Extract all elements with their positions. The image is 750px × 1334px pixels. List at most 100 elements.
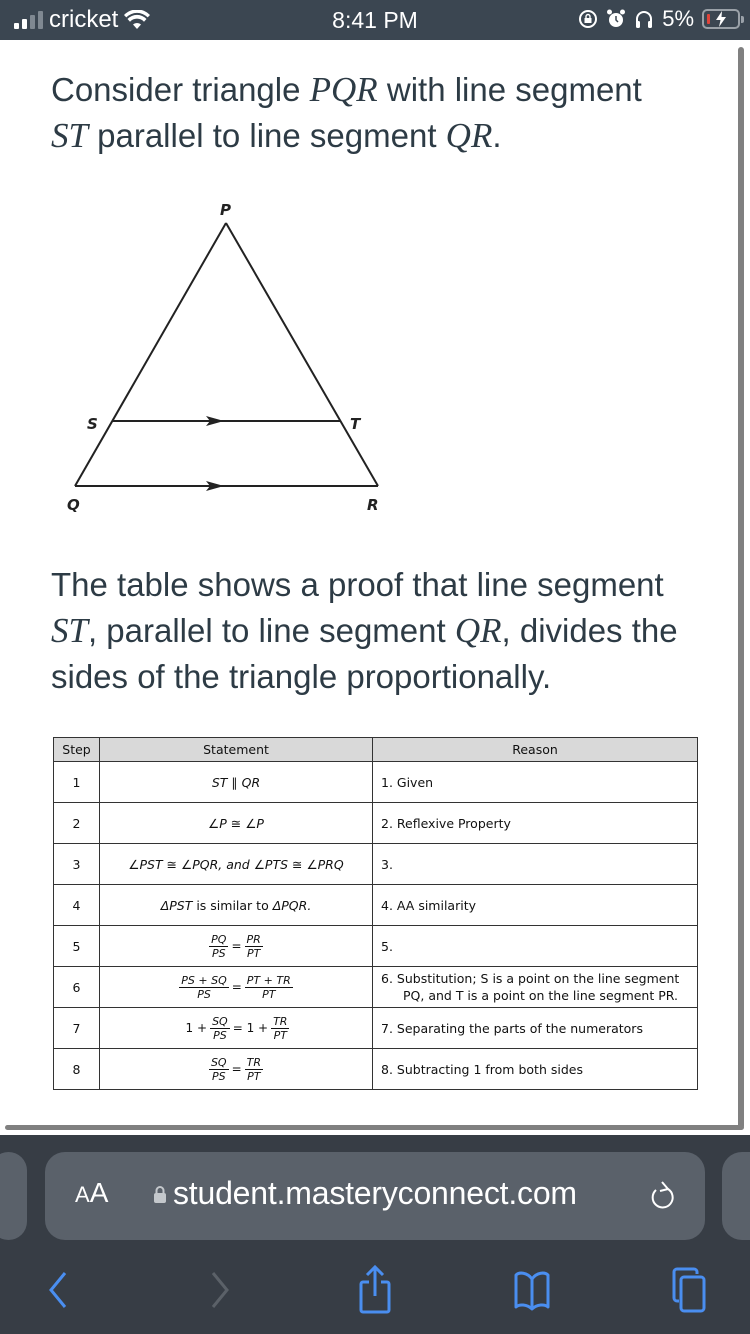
fraction: SQ PS	[208, 1055, 229, 1083]
table-row: 4 ΔPST is similar to ΔPQR. 4. AA similar…	[53, 884, 698, 926]
equals: =	[231, 1062, 242, 1076]
table-header-row: Step Statement Reason	[53, 737, 698, 762]
fraction: PQ PS	[209, 932, 229, 960]
denominator: PS	[211, 1069, 226, 1083]
text: The table shows a proof that line segmen…	[51, 566, 664, 603]
page-content: Consider triangle PQR with line segment …	[0, 40, 750, 1135]
proof-table: Step Statement Reason 1 ST ∥ QR 1. Given…	[53, 737, 698, 1090]
equals: =	[231, 980, 242, 994]
fraction: SQ PS	[210, 1015, 230, 1042]
side-pr	[225, 222, 379, 487]
math: ΔPST	[160, 897, 193, 913]
address-bar[interactable]: AA student.masteryconnect.com	[45, 1152, 705, 1240]
reason-line: 6. Substitution; S is a point on the lin…	[381, 971, 680, 986]
numerator: PT + TR	[244, 973, 293, 988]
text: parallel to line segment	[87, 117, 446, 154]
table-row: 6 PS + SQ PS = PT + TR PT 6. Substitution; S…	[53, 966, 698, 1008]
fraction: PR PT	[244, 932, 263, 960]
browser-bottom-bar: AA student.masteryconnect.com	[0, 1135, 750, 1334]
reason: 4. AA similarity	[372, 884, 698, 926]
share-button[interactable]	[345, 1255, 405, 1325]
reason: 8. Subtracting 1 from both sides	[372, 1048, 698, 1090]
fraction: PT + TR PT	[244, 973, 293, 1001]
math-pqr: PQR	[309, 70, 378, 109]
fraction: PS + SQ PS	[179, 973, 229, 1001]
statement: 1 + SQ PS = 1 + TR PT	[99, 1007, 373, 1049]
rotation-lock-icon	[579, 10, 598, 28]
denominator: PT	[247, 1069, 261, 1083]
table-row: 3 ∠PST ≅ ∠PQR, and ∠PTS ≅ ∠PRQ 3.	[53, 843, 698, 885]
question-description: The table shows a proof that line segmen…	[51, 562, 711, 700]
fraction: TR PT	[271, 1014, 290, 1042]
numerator: SQ	[208, 1055, 229, 1070]
math-qr: QR	[454, 611, 502, 650]
text: with line segment	[377, 71, 642, 108]
statement: SQ PS = TR PT	[99, 1048, 373, 1090]
bookmarks-icon	[514, 1271, 550, 1311]
lock-icon	[154, 1186, 166, 1203]
previous-tab-preview[interactable]	[0, 1152, 27, 1240]
label-s: S	[87, 415, 98, 433]
next-tab-preview[interactable]	[722, 1152, 750, 1240]
denominator: PT	[246, 946, 261, 960]
chevron-left-icon	[49, 1272, 67, 1308]
label-q: Q	[67, 496, 80, 514]
alarm-icon	[607, 9, 626, 27]
table-row: 2 ∠P ≅ ∠P 2. Reflexive Property	[53, 802, 698, 844]
reload-icon[interactable]	[647, 1179, 677, 1213]
reason: 2. Reflexive Property	[372, 802, 698, 844]
denominator: PS	[213, 1028, 227, 1042]
url-text[interactable]: student.masteryconnect.com	[173, 1175, 577, 1212]
battery-percent: 5%	[662, 6, 694, 31]
text: , parallel to line segment	[87, 612, 455, 649]
header-reason: Reason	[372, 737, 698, 762]
tabs-icon	[672, 1267, 706, 1313]
step-number: 2	[53, 802, 100, 844]
forward-button[interactable]	[190, 1255, 250, 1325]
numerator: TR	[271, 1014, 290, 1029]
numerator: PR	[244, 932, 263, 947]
math-st: ST	[51, 611, 88, 650]
tabs-button[interactable]	[659, 1255, 719, 1325]
reason-line: PQ, and T is a point on the line segment…	[403, 988, 678, 1003]
question-intro: Consider triangle PQR with line segment …	[51, 67, 711, 159]
statement: ΔPST is similar to ΔPQR.	[99, 884, 373, 926]
table-row: 1 ST ∥ QR 1. Given	[53, 761, 698, 803]
step-number: 1	[53, 761, 100, 803]
text: is similar to	[192, 897, 273, 913]
text-size-button[interactable]: AA	[75, 1177, 108, 1209]
math: ΔPQR.	[272, 897, 312, 913]
label-r: R	[367, 496, 379, 514]
table-row: 8 SQ PS = TR PT 8. Subtracting 1 from both s…	[53, 1048, 698, 1090]
text: .	[492, 117, 502, 154]
statement: PQ PS = PR PT	[99, 925, 373, 967]
back-button[interactable]	[28, 1255, 88, 1325]
headphones-icon	[636, 11, 653, 28]
battery-charging-icon	[702, 9, 744, 29]
numerator: TR	[244, 1055, 264, 1070]
numerator: PQ	[209, 932, 229, 947]
statement: ST ∥ QR	[99, 761, 373, 803]
term: 1 +	[185, 1021, 208, 1035]
step-number: 6	[53, 966, 100, 1008]
reason: 3.	[372, 843, 698, 885]
statement: PS + SQ PS = PT + TR PT	[99, 966, 373, 1008]
vertical-scrollbar[interactable]	[738, 47, 744, 1129]
table-row: 7 1 + SQ PS = 1 + TR PT 7. Separating the par…	[53, 1007, 698, 1049]
denominator: PT	[262, 987, 276, 1001]
reason: 6. Substitution; S is a point on the lin…	[372, 966, 698, 1008]
bookmarks-button[interactable]	[502, 1255, 562, 1325]
horizontal-scrollbar[interactable]	[5, 1125, 744, 1130]
step-number: 8	[53, 1048, 100, 1090]
denominator: PS	[212, 946, 226, 960]
chevron-right-icon	[211, 1272, 229, 1308]
equals: = 1 +	[232, 1021, 269, 1035]
reason: 7. Separating the parts of the numerator…	[372, 1007, 698, 1049]
equals: =	[231, 939, 242, 953]
statement: ∠P ≅ ∠P	[99, 802, 373, 844]
reason: 5.	[372, 925, 698, 967]
numerator: PS + SQ	[179, 973, 229, 988]
status-bar: cricket 8:41 PM 5%	[0, 0, 750, 40]
numerator: SQ	[210, 1014, 230, 1029]
side-pq	[74, 222, 227, 487]
